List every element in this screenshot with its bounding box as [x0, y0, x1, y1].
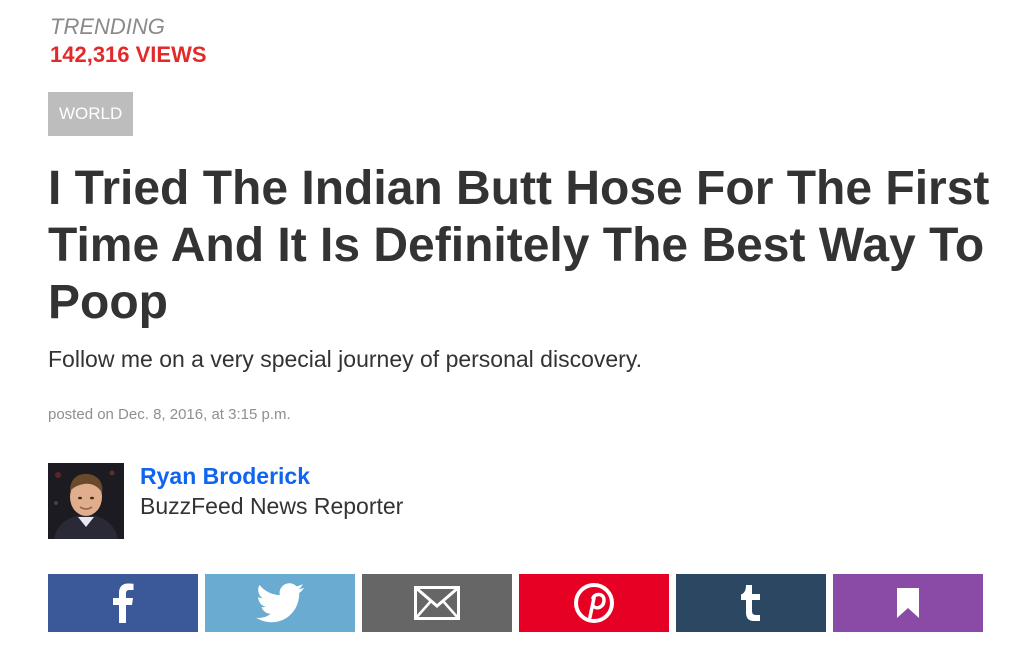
article-dek: Follow me on a very special journey of p… [48, 346, 643, 372]
posted-timestamp: posted on Dec. 8, 2016, at 3:15 p.m. [48, 406, 291, 423]
author-name-link[interactable]: Ryan Broderick [140, 463, 310, 490]
share-pinterest-button[interactable] [519, 574, 669, 632]
category-tag-world[interactable]: WORLD [48, 92, 134, 136]
share-twitter-button[interactable] [205, 574, 355, 632]
view-count: 142,316 VIEWS [50, 42, 207, 67]
article-headline: I Tried The Indian Butt Hose For The Fir… [48, 162, 990, 329]
twitter-icon [256, 583, 304, 623]
trending-label: TRENDING [50, 14, 165, 39]
share-facebook-button[interactable] [48, 574, 198, 632]
bookmark-button[interactable] [833, 574, 983, 632]
author-title: BuzzFeed News Reporter [140, 493, 404, 519]
share-bar [48, 574, 983, 632]
facebook-icon [113, 583, 134, 623]
tumblr-icon [741, 585, 760, 621]
bookmark-icon [897, 588, 919, 618]
pinterest-icon [574, 583, 614, 623]
share-email-button[interactable] [362, 574, 512, 632]
share-tumblr-button[interactable] [676, 574, 826, 632]
email-icon [414, 586, 460, 620]
author-avatar[interactable] [48, 463, 124, 539]
